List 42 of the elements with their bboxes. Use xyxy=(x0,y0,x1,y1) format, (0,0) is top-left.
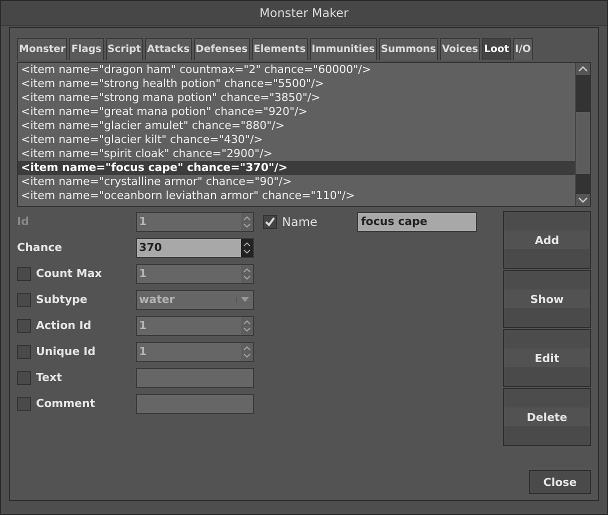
tab[interactable]: Immunities xyxy=(310,38,377,60)
action-button[interactable]: Add xyxy=(503,211,591,269)
field-label: Name xyxy=(282,214,318,228)
list-item[interactable]: <item name="focus cape" chance="370"/> xyxy=(18,161,575,175)
name-field[interactable]: focus cape xyxy=(357,212,477,232)
field-label: Action Id xyxy=(36,319,92,332)
tab[interactable]: Defenses xyxy=(194,38,250,60)
list-item[interactable]: <item name="dragon ham" countmax="2" chance="60000"/> xyxy=(18,63,575,77)
field-label: Comment xyxy=(36,397,96,410)
close-button[interactable]: Close xyxy=(529,470,591,494)
field-label: Text xyxy=(36,371,62,384)
tab[interactable]: Loot xyxy=(482,38,512,60)
tab[interactable]: I/O xyxy=(513,38,533,60)
checkbox[interactable] xyxy=(263,214,277,228)
list-item[interactable]: <item name="strong health potion" chance="5500"/> xyxy=(18,77,575,91)
tab[interactable]: Monster xyxy=(17,38,68,60)
tab[interactable]: Attacks xyxy=(144,38,192,60)
scroll-up-icon[interactable] xyxy=(578,66,588,72)
action-button[interactable]: Delete xyxy=(503,388,591,446)
list-item[interactable]: <item name="great mana potion" chance="920"/> xyxy=(18,105,575,119)
tab[interactable]: Script xyxy=(106,38,143,60)
tab[interactable]: Voices xyxy=(440,38,480,60)
action-button[interactable]: Edit xyxy=(503,329,591,387)
tab[interactable]: Summons xyxy=(378,38,438,60)
window-title: Monster Maker xyxy=(1,1,607,26)
tab[interactable]: Elements xyxy=(252,38,308,60)
spin-arrows-icon[interactable] xyxy=(243,240,251,256)
list-item[interactable]: <item name="glacier kilt" chance="430"/> xyxy=(18,133,575,147)
scrollbar[interactable] xyxy=(575,63,590,206)
list-item[interactable]: <item name="crystalline armor" chance="90"/> xyxy=(18,175,575,189)
list-item[interactable]: <item name="strong mana potion" chance="3850"/> xyxy=(18,91,575,105)
tab[interactable]: Flags xyxy=(69,38,104,60)
field-label: Chance xyxy=(17,241,62,254)
field-label: Subtype xyxy=(36,293,88,306)
field-label: Unique Id xyxy=(36,345,96,358)
action-button[interactable]: Show xyxy=(503,270,591,328)
field-label: Count Max xyxy=(36,267,102,280)
list-item[interactable]: <item name="oceanborn leviathan armor" chance="110"/> xyxy=(18,189,575,203)
list-item[interactable]: <item name="glacier amulet" chance="880"/> xyxy=(18,119,575,133)
spin-field[interactable]: 370 xyxy=(136,238,254,258)
list-item[interactable]: <item name="spirit cloak" chance="2900"/> xyxy=(18,147,575,161)
scroll-down-icon[interactable] xyxy=(578,197,588,203)
